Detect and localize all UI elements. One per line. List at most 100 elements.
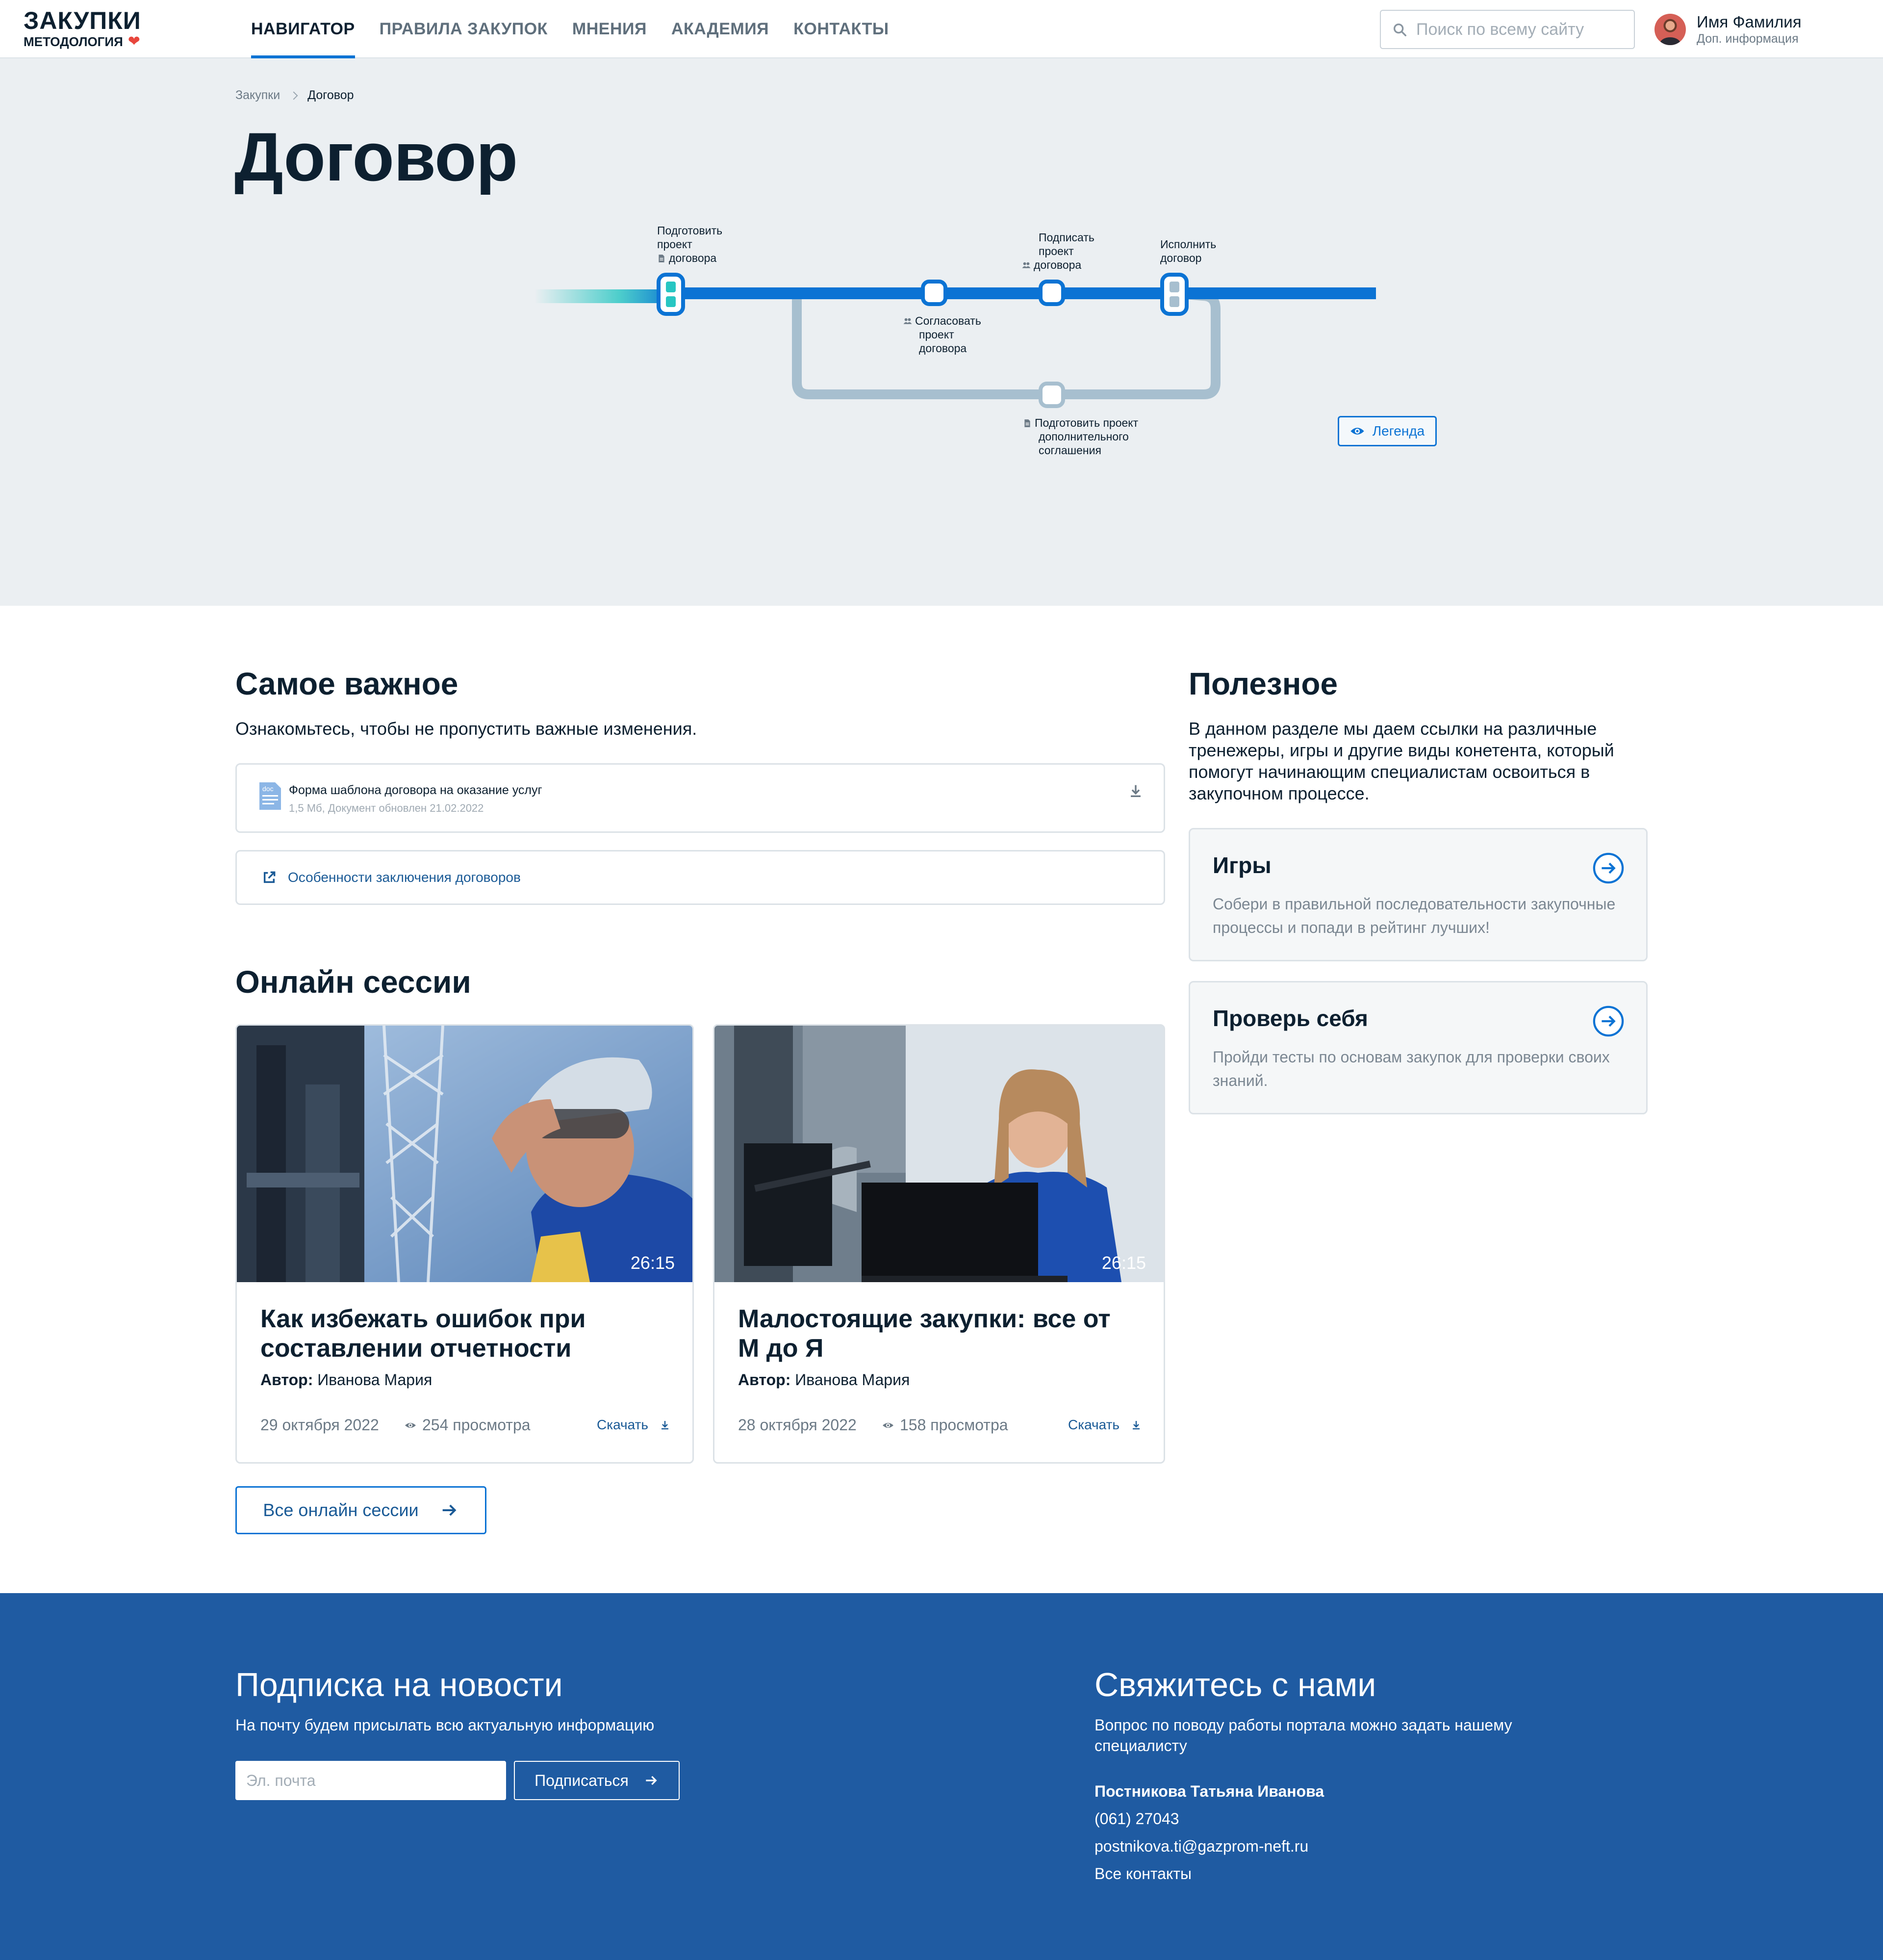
- session-card[interactable]: 26:15 Малостоящие закупки: все от М до Я…: [713, 1024, 1165, 1464]
- metro-branch-line: [792, 288, 1221, 399]
- station-label-line: соглашения: [1039, 444, 1101, 457]
- download-icon[interactable]: [1127, 782, 1144, 799]
- all-contacts-link[interactable]: Все контакты: [1094, 1865, 1192, 1883]
- station-label-line: договора: [919, 342, 967, 355]
- contract-features-label: Особенности заключения договоров: [288, 870, 521, 885]
- games-card[interactable]: Игры Собери в правильной последовательно…: [1189, 828, 1648, 961]
- site-footer: Подписка на новости На почту будем присы…: [0, 1593, 1883, 1960]
- legend-label: Легенда: [1372, 423, 1425, 438]
- station-label-sign[interactable]: Подписать проект договора: [1022, 231, 1094, 272]
- session-author: Автор: Иванова Мария: [260, 1371, 432, 1389]
- useful-title: Полезное: [1189, 666, 1338, 701]
- document-name: Форма шаблона договора на оказание услуг: [289, 783, 542, 797]
- station-sign-draft: [1039, 280, 1065, 306]
- arrow-circle-icon[interactable]: [1592, 1005, 1625, 1037]
- document-meta: 1,5 Мб, Документ обновлен 21.02.2022: [289, 802, 484, 814]
- contact-email[interactable]: postnikova.ti@gazprom-neft.ru: [1094, 1837, 1308, 1856]
- station-label-approve[interactable]: Согласовать проект договора: [903, 314, 981, 355]
- session-title[interactable]: Как избежать ошибок при составлении отче…: [260, 1304, 663, 1363]
- subscribe-title: Подписка на новости: [235, 1666, 563, 1703]
- session-card[interactable]: 26:15 Как избежать ошибок при составлени…: [235, 1024, 694, 1464]
- document-icon: [659, 255, 664, 262]
- sessions-title: Онлайн сессии: [235, 964, 471, 1000]
- download-icon: [662, 1421, 668, 1430]
- session-views: 254 просмотра: [405, 1416, 531, 1434]
- station-label-line: Подготовить: [657, 224, 723, 237]
- all-sessions-label: Все онлайн сессии: [263, 1500, 419, 1520]
- subscribe-text: На почту будем присылать всю актуальную …: [235, 1716, 655, 1734]
- metro-main-line: [672, 287, 1376, 299]
- people-icon: [903, 318, 912, 324]
- self-check-description: Пройди тесты по основам закупок для пров…: [1213, 1048, 1610, 1089]
- subscribe-button[interactable]: Подписаться: [514, 1761, 680, 1800]
- subscribe-label: Подписаться: [534, 1771, 629, 1789]
- station-approve-draft: [921, 280, 947, 306]
- station-label-line: Согласовать: [915, 314, 981, 327]
- video-duration: 26:15: [630, 1253, 675, 1273]
- games-title: Игры: [1213, 852, 1272, 878]
- arrow-right-icon: [646, 1776, 657, 1785]
- session-views: 158 просмотра: [882, 1416, 1008, 1434]
- station-label-line: договора: [669, 252, 717, 264]
- download-icon: [1133, 1421, 1140, 1430]
- station-label-line: проект: [657, 238, 692, 251]
- metro-start-segment: [534, 289, 675, 303]
- arrow-circle-icon[interactable]: [1592, 852, 1625, 884]
- doc-icon-label: doc: [262, 785, 274, 793]
- video-duration: 26:15: [1101, 1253, 1146, 1273]
- views-count: 158 просмотра: [900, 1416, 1008, 1434]
- session-author: Автор: Иванова Мария: [738, 1371, 910, 1389]
- author-label: Автор:: [260, 1371, 313, 1389]
- contract-features-link[interactable]: Особенности заключения договоров: [235, 850, 1165, 905]
- worker-photo: [237, 1026, 692, 1282]
- station-label-line: проект: [1039, 245, 1074, 258]
- session-download-button[interactable]: Скачать: [597, 1417, 671, 1433]
- station-label-line: Подготовить проект: [1035, 416, 1139, 429]
- station-label-line: договор: [1160, 252, 1202, 264]
- contact-phone[interactable]: (061) 27043: [1094, 1810, 1179, 1828]
- station-label-execute[interactable]: Исполнить договор: [1160, 237, 1216, 265]
- contact-title: Свяжитесь с нами: [1094, 1666, 1376, 1703]
- station-label-prepare[interactable]: Подготовить проект договора: [657, 224, 722, 265]
- author-name: Иванова Мария: [317, 1371, 433, 1389]
- people-icon: [1022, 262, 1031, 268]
- session-title[interactable]: Малостоящие закупки: все от М до Я: [738, 1304, 1134, 1363]
- author-name: Иванова Мария: [795, 1371, 910, 1389]
- operator-photo: [714, 1026, 1164, 1282]
- contact-name: Постникова Татьяна Иванова: [1094, 1782, 1324, 1800]
- session-thumbnail-worker[interactable]: 26:15: [237, 1026, 692, 1282]
- arrow-right-icon: [442, 1504, 457, 1516]
- legend-button[interactable]: Легенда: [1338, 416, 1437, 446]
- download-label: Скачать: [597, 1417, 648, 1432]
- useful-lead: В данном разделе мы даем ссылки на разли…: [1189, 719, 1614, 803]
- email-field[interactable]: [235, 1761, 506, 1800]
- station-label-line: дополнительного: [1039, 430, 1129, 443]
- self-check-card[interactable]: Проверь себя Пройди тесты по основам зак…: [1189, 981, 1648, 1114]
- station-label-line: проект: [919, 328, 954, 341]
- session-thumbnail-operator[interactable]: 26:15: [714, 1026, 1164, 1282]
- all-sessions-button[interactable]: Все онлайн сессии: [235, 1486, 486, 1534]
- session-download-button[interactable]: Скачать: [1068, 1417, 1142, 1433]
- station-label-line: договора: [1034, 258, 1082, 271]
- station-prepare-draft: [657, 273, 685, 316]
- document-icon: [1024, 419, 1030, 427]
- station-execute-contract: [1160, 273, 1189, 316]
- session-date: 29 октября 2022: [260, 1416, 379, 1434]
- author-label: Автор:: [738, 1371, 791, 1389]
- document-card[interactable]: doc Форма шаблона договора на оказание у…: [235, 763, 1165, 833]
- external-link-icon: [263, 871, 276, 883]
- contact-text: Вопрос по поводу работы портала можно за…: [1094, 1716, 1512, 1754]
- important-lead: Ознакомьтесь, чтобы не пропустить важные…: [235, 719, 697, 739]
- session-date: 28 октября 2022: [738, 1416, 857, 1434]
- station-label-line: Подписать: [1039, 231, 1094, 244]
- important-title: Самое важное: [235, 666, 458, 701]
- download-label: Скачать: [1068, 1417, 1120, 1432]
- self-check-title: Проверь себя: [1213, 1006, 1368, 1031]
- eye-icon: [1350, 428, 1364, 435]
- station-label-additional[interactable]: Подготовить проект дополнительного согла…: [1023, 416, 1138, 457]
- station-additional-agreement: [1039, 382, 1065, 408]
- station-label-line: Исполнить: [1160, 238, 1217, 251]
- views-count: 254 просмотра: [422, 1416, 531, 1434]
- process-metro-map: [534, 273, 1376, 408]
- doc-file-icon: doc: [259, 782, 281, 810]
